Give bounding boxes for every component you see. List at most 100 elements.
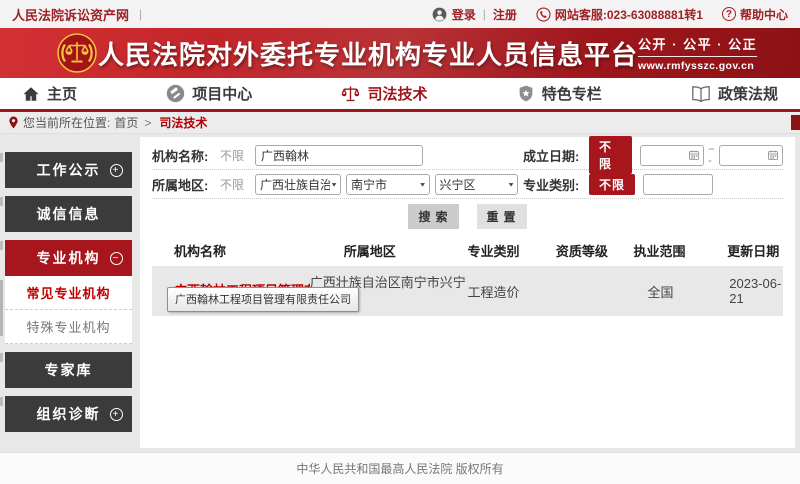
chevron-down-icon: ▼ — [419, 181, 427, 188]
topbar-right: 登录 | 注册 网站客服:023-63088881转1 ? 帮助中心 — [432, 6, 788, 23]
sidebar-item-label: 专家库 — [45, 360, 93, 380]
sidebar-subitem-label: 常见专业机构 — [26, 283, 110, 302]
login-link[interactable]: 登录 — [452, 6, 476, 23]
established-date-group: 成立日期: 不限 --- — [523, 136, 783, 174]
content-panel: 机构名称: 不限 成立日期: 不限 --- 所属地区: 不限 — [140, 137, 795, 448]
sidebar-subitem-common-orgs[interactable]: 常见专业机构 — [5, 276, 132, 310]
nav-item-judicial-tech[interactable]: 司法技术 — [341, 83, 427, 104]
main-area: 工作公示 + 诚信信息 专业机构 − 常见专业机构 特殊专业机构 专家库 组织诊… — [0, 134, 800, 452]
established-unlimited-chip[interactable]: 不限 — [589, 136, 632, 174]
header-practice-scope: 执业范围 — [632, 234, 708, 266]
chevron-down-icon: ▼ — [507, 181, 515, 188]
org-name-label: 机构名称: — [152, 146, 220, 165]
topbar-divider: | — [139, 7, 142, 21]
nav-item-label: 司法技术 — [367, 83, 427, 104]
sidebar-item-expert-pool[interactable]: 专家库 — [5, 352, 132, 388]
org-name-tooltip: 广西翰林工程项目管理有限责任公司 — [167, 287, 359, 312]
breadcrumb: 您当前所在位置: 首页 > 司法技术 — [0, 112, 800, 134]
region-unlimited[interactable]: 不限 — [220, 176, 255, 193]
service-phone-text: 网站客服:023-63088881转1 — [555, 6, 703, 23]
banner-slogan: 公开 · 公平 · 公正 — [638, 34, 757, 57]
banner-url: www.rmfysszc.gov.cn — [638, 60, 757, 72]
scales-icon — [341, 84, 360, 103]
date-range-separator: --- — [708, 143, 715, 167]
home-icon — [22, 85, 40, 103]
nav-item-label: 项目中心 — [192, 83, 252, 104]
category-label: 专业类别: — [523, 175, 585, 194]
established-label: 成立日期: — [523, 146, 585, 165]
cell-category: 工程造价 — [468, 266, 556, 316]
district-select-value: 兴宁区 — [440, 176, 508, 193]
org-name-unlimited[interactable]: 不限 — [220, 147, 255, 164]
nav-item-project-center[interactable]: 项目中心 — [166, 83, 252, 104]
province-select-value: 广西壮族自治区 — [260, 176, 330, 193]
header-category: 专业类别 — [468, 234, 556, 266]
district-select[interactable]: 兴宁区 ▼ — [435, 174, 519, 195]
nav-item-label: 主页 — [47, 83, 77, 104]
gavel-icon — [166, 84, 185, 103]
book-icon — [691, 85, 711, 103]
footer: 中华人民共和国最高人民法院 版权所有 — [0, 452, 800, 484]
category-input[interactable] — [643, 174, 713, 195]
login-register-divider: | — [483, 7, 486, 21]
sidebar-item-label: 工作公示 — [37, 160, 101, 180]
breadcrumb-home-link[interactable]: 首页 — [114, 114, 138, 131]
expand-circle-icon: + — [110, 408, 123, 421]
copyright-text: 中华人民共和国最高人民法院 版权所有 — [296, 460, 503, 477]
org-name-input[interactable] — [255, 145, 423, 166]
sidebar-item-label: 诚信信息 — [37, 204, 101, 224]
search-button[interactable]: 搜索 — [408, 204, 458, 229]
form-row-2: 所属地区: 不限 广西壮族自治区 ▼ 南宁市 ▼ 兴宁区 ▼ 专业类别: 不限 — [152, 170, 783, 199]
breadcrumb-prefix: 您当前所在位置: — [23, 114, 110, 131]
org-name-group: 机构名称: 不限 — [152, 145, 523, 166]
header-org-name: 机构名称 — [152, 234, 310, 266]
site-name-link[interactable]: 人民法院诉讼资产网 — [12, 5, 129, 24]
expand-circle-icon: + — [110, 164, 123, 177]
date-to-input[interactable] — [719, 145, 783, 166]
top-utility-bar: 人民法院诉讼资产网 | 登录 | 注册 网站客服:023-63088881转1 … — [0, 0, 800, 28]
sidebar-item-work-publicity[interactable]: 工作公示 + — [5, 152, 132, 188]
service-group: 网站客服:023-63088881转1 — [536, 6, 703, 23]
region-label: 所属地区: — [152, 175, 220, 194]
court-emblem-icon — [56, 32, 98, 74]
city-select[interactable]: 南宁市 ▼ — [346, 174, 430, 195]
register-link[interactable]: 注册 — [493, 6, 517, 23]
date-from-input[interactable] — [640, 145, 704, 166]
help-group[interactable]: ? 帮助中心 — [722, 6, 788, 23]
chevron-down-icon: ▼ — [330, 181, 338, 188]
table-header-row: 机构名称 所属地区 专业类别 资质等级 执业范围 更新日期 — [152, 234, 783, 266]
sidebar: 工作公示 + 诚信信息 专业机构 − 常见专业机构 特殊专业机构 专家库 组织诊… — [5, 152, 132, 440]
banner-slogan-block: 公开 · 公平 · 公正 www.rmfysszc.gov.cn — [638, 34, 757, 72]
collapse-circle-icon: − — [110, 252, 123, 265]
province-select[interactable]: 广西壮族自治区 ▼ — [255, 174, 341, 195]
cell-practice-scope: 全国 — [632, 266, 708, 316]
cell-qualification — [556, 266, 632, 316]
user-icon — [432, 7, 447, 22]
sidebar-item-integrity-info[interactable]: 诚信信息 — [5, 196, 132, 232]
nav-item-home[interactable]: 主页 — [22, 83, 77, 104]
nav-item-special-column[interactable]: 特色专栏 — [517, 83, 602, 104]
breadcrumb-separator: > — [144, 116, 151, 130]
help-question-icon: ? — [722, 7, 736, 21]
reset-button[interactable]: 重置 — [477, 204, 527, 229]
shield-star-icon — [517, 84, 535, 103]
main-nav: 主页 项目中心 司法技术 特色专栏 政策法规 — [0, 78, 800, 112]
nav-item-policy[interactable]: 政策法规 — [691, 83, 778, 104]
category-unlimited-chip[interactable]: 不限 — [589, 174, 635, 195]
sidebar-item-professional-orgs[interactable]: 专业机构 − — [5, 240, 132, 276]
sidebar-subitem-special-orgs[interactable]: 特殊专业机构 — [5, 310, 132, 344]
phone-icon — [536, 7, 551, 22]
header-qualification: 资质等级 — [556, 234, 632, 266]
sidebar-submenu: 常见专业机构 特殊专业机构 — [5, 276, 132, 344]
site-banner: 人民法院对外委托专业机构专业人员信息平台 公开 · 公平 · 公正 www.rm… — [0, 28, 800, 78]
sidebar-item-label: 组织诊断 — [37, 404, 101, 424]
sidebar-item-org-diagnosis[interactable]: 组织诊断 + — [5, 396, 132, 432]
breadcrumb-current: 司法技术 — [159, 114, 207, 131]
breadcrumb-corner-block — [791, 115, 800, 130]
help-center-link[interactable]: 帮助中心 — [740, 6, 788, 23]
header-region: 所属地区 — [310, 234, 468, 266]
form-row-1: 机构名称: 不限 成立日期: 不限 --- — [152, 141, 783, 170]
city-select-value: 南宁市 — [351, 176, 419, 193]
nav-item-label: 政策法规 — [718, 83, 778, 104]
calendar-icon — [767, 149, 779, 161]
